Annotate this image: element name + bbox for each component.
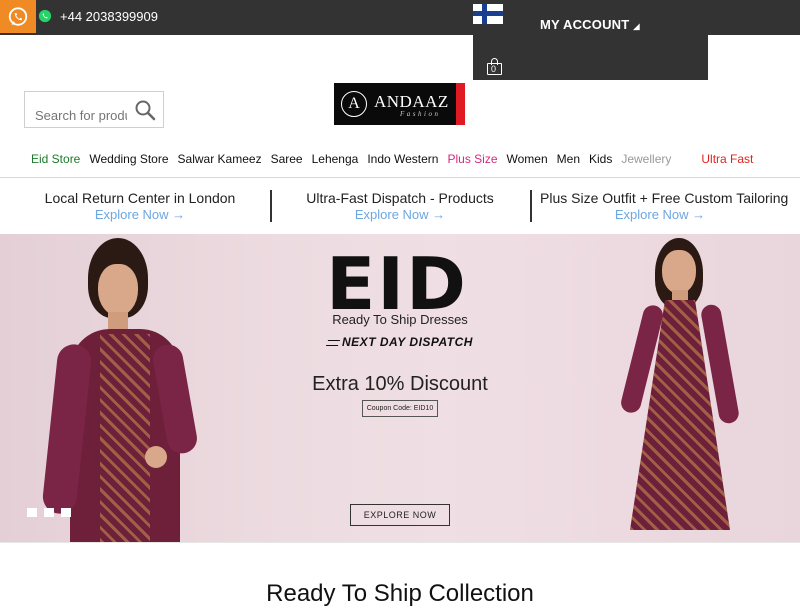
nav-lehenga[interactable]: Lehenga bbox=[312, 152, 359, 166]
main-nav: Eid Store Wedding Store Salwar Kameez Sa… bbox=[31, 152, 753, 166]
my-account-menu[interactable]: MY ACCOUNT ◢ bbox=[540, 17, 640, 32]
nav-jewellery[interactable]: Jewellery bbox=[621, 152, 671, 166]
promo-divider bbox=[530, 190, 532, 222]
promo-divider bbox=[270, 190, 272, 222]
speed-lines-icon bbox=[325, 339, 341, 346]
whatsapp-button[interactable] bbox=[0, 0, 36, 33]
nav-divider bbox=[0, 177, 800, 178]
hero-discount: Extra 10% Discount bbox=[312, 373, 488, 395]
hero-subline: Ready To Ship Dresses bbox=[332, 312, 468, 327]
caret-up-icon: ◢ bbox=[633, 22, 640, 31]
promo-plus-size: Plus Size Outfit + Free Custom Tailoring… bbox=[540, 190, 789, 222]
search-input[interactable] bbox=[35, 108, 127, 123]
slider-dot[interactable] bbox=[44, 508, 54, 517]
finland-flag-icon[interactable] bbox=[473, 4, 503, 24]
logo-brand: ANDAAZ bbox=[374, 92, 449, 111]
search-button[interactable] bbox=[127, 96, 163, 124]
promo-fast-dispatch: Ultra-Fast Dispatch - Products Explore N… bbox=[300, 190, 500, 222]
promo-title: Local Return Center in London bbox=[44, 190, 236, 206]
slider-dots bbox=[27, 508, 78, 517]
andaaz-logo[interactable]: A ANDAAZ Fashion bbox=[334, 83, 465, 125]
promo-explore-link[interactable]: Explore Now → bbox=[540, 207, 780, 222]
phone-number[interactable]: +44 2038399909 bbox=[60, 9, 158, 24]
promo-return-center: Local Return Center in London Explore No… bbox=[40, 190, 240, 222]
cart-button[interactable]: 0 bbox=[487, 58, 502, 75]
nav-men[interactable]: Men bbox=[557, 152, 580, 166]
search-icon bbox=[135, 100, 156, 121]
nav-plus-size[interactable]: Plus Size bbox=[447, 152, 497, 166]
nav-salwar-kameez[interactable]: Salwar Kameez bbox=[178, 152, 262, 166]
promo-title: Plus Size Outfit + Free Custom Tailoring bbox=[540, 190, 789, 206]
slider-dot[interactable] bbox=[61, 508, 71, 517]
account-panel: MY ACCOUNT ◢ 0 bbox=[473, 0, 708, 80]
section-title: Ready To Ship Collection bbox=[266, 580, 534, 607]
hero-divider bbox=[0, 542, 800, 543]
nav-saree[interactable]: Saree bbox=[271, 152, 303, 166]
hero-banner[interactable]: EID Ready To Ship Dresses NEXT DAY DISPA… bbox=[0, 234, 800, 542]
coupon-code: Coupon Code: EID10 bbox=[362, 400, 438, 417]
cart-count: 0 bbox=[491, 64, 497, 74]
promo-explore-link[interactable]: Explore Now → bbox=[40, 207, 240, 222]
nav-indo-western[interactable]: Indo Western bbox=[367, 152, 438, 166]
hero-dispatch-label: NEXT DAY DISPATCH bbox=[342, 335, 473, 349]
nav-eid-store[interactable]: Eid Store bbox=[31, 152, 80, 166]
promo-explore-link[interactable]: Explore Now → bbox=[300, 207, 500, 222]
my-account-label: MY ACCOUNT bbox=[540, 17, 630, 32]
slider-dot[interactable] bbox=[27, 508, 37, 517]
logo-monogram: A bbox=[341, 91, 367, 117]
nav-ultra-fast[interactable]: Ultra Fast bbox=[701, 152, 753, 166]
nav-women[interactable]: Women bbox=[507, 152, 548, 166]
explore-now-button[interactable]: EXPLORE NOW bbox=[350, 504, 450, 526]
whatsapp-icon[interactable] bbox=[38, 9, 52, 23]
nav-kids[interactable]: Kids bbox=[589, 152, 612, 166]
logo-tagline: Fashion bbox=[400, 110, 441, 118]
nav-wedding-store[interactable]: Wedding Store bbox=[89, 152, 168, 166]
search-box bbox=[24, 91, 164, 128]
hero-dispatch: NEXT DAY DISPATCH bbox=[0, 335, 800, 349]
promo-title: Ultra-Fast Dispatch - Products bbox=[306, 190, 494, 206]
whatsapp-icon bbox=[8, 6, 28, 26]
